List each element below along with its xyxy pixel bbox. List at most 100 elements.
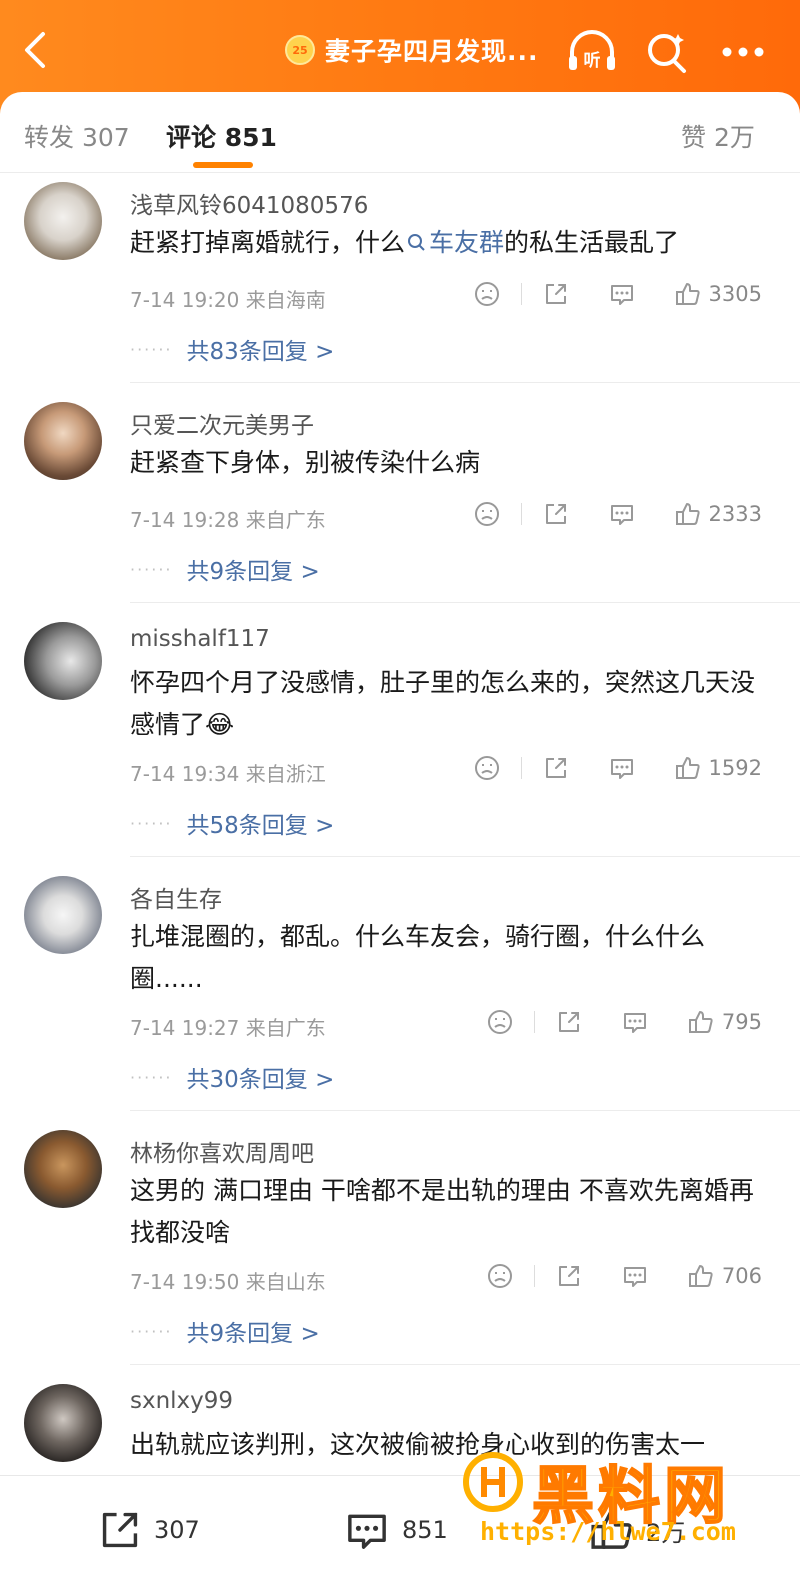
location: 来自广东 <box>245 508 326 532</box>
timestamp: 7-14 19:28 <box>130 508 240 532</box>
topic-link[interactable]: 车友群 <box>405 228 504 257</box>
comment-meta: 7-14 19:50 来自山东 <box>130 1266 326 1295</box>
dislike-icon <box>473 280 501 308</box>
dots: ······ <box>130 1321 173 1341</box>
share-button[interactable] <box>542 500 570 528</box>
view-replies-link[interactable]: 共9条回复 > <box>187 1314 320 1348</box>
share-icon <box>555 1008 583 1036</box>
view-replies-link[interactable]: 共58条回复 > <box>187 806 335 840</box>
separator <box>520 757 522 779</box>
comment-text-part: 的私生活最乱了 <box>504 228 680 257</box>
dots: ······ <box>130 813 173 833</box>
comment-button[interactable]: 851 <box>342 1506 448 1554</box>
dislike-icon <box>473 500 501 528</box>
dislike-icon <box>486 1262 514 1290</box>
separator <box>534 1011 536 1033</box>
listen-button[interactable]: 听 <box>565 26 619 78</box>
search-icon <box>408 234 425 251</box>
dislike-button[interactable] <box>486 1008 514 1036</box>
repost-button[interactable]: 307 <box>96 1506 200 1554</box>
reply-button[interactable] <box>608 754 636 782</box>
comment-actions: 706 <box>486 1258 762 1294</box>
like-button[interactable]: 706 <box>687 1262 762 1290</box>
comment-meta: 7-14 19:28 来自广东 <box>130 504 326 533</box>
separator <box>520 283 522 305</box>
share-button[interactable] <box>555 1262 583 1290</box>
content-card <box>0 92 800 1593</box>
watermark: 黑料网 https://hlwe7.com <box>462 1445 774 1555</box>
tab-comments[interactable]: 评论 851 <box>166 118 277 154</box>
like-count: 706 <box>721 1264 762 1288</box>
username[interactable]: 林杨你喜欢周周吧 <box>130 1134 314 1168</box>
comment-icon <box>608 500 636 528</box>
tabs-divider <box>0 172 800 173</box>
title-area[interactable]: 25 妻子孕四月发现... <box>285 30 539 70</box>
watermark-url: https://hlwe7.com <box>480 1517 736 1546</box>
separator <box>520 503 522 525</box>
dislike-icon <box>486 1008 514 1036</box>
timestamp: 7-14 19:34 <box>130 762 240 786</box>
comment-icon <box>348 1514 386 1549</box>
username[interactable]: 只爱二次元美男子 <box>130 406 314 440</box>
comment-actions: 2333 <box>473 496 762 532</box>
listen-label: 听 <box>584 50 601 71</box>
divider <box>130 382 800 383</box>
like-count: 3305 <box>708 282 762 306</box>
divider <box>130 856 800 857</box>
dislike-button[interactable] <box>486 1262 514 1290</box>
share-icon <box>102 1512 138 1548</box>
comment-count: 851 <box>402 1516 448 1544</box>
divider <box>130 1110 800 1111</box>
like-button[interactable]: 795 <box>687 1008 762 1036</box>
avatar[interactable] <box>24 1384 102 1462</box>
dislike-button[interactable] <box>473 280 501 308</box>
share-button[interactable] <box>542 280 570 308</box>
like-count: 1592 <box>708 756 762 780</box>
watermark-logo-icon <box>463 1452 523 1512</box>
dots: ······ <box>130 1067 173 1087</box>
location: 来自山东 <box>245 1270 326 1294</box>
dislike-button[interactable] <box>473 500 501 528</box>
replies-row: ······ 共9条回复 > <box>130 1314 320 1348</box>
replies-row: ······ 共30条回复 > <box>130 1060 334 1094</box>
tab-likes[interactable]: 赞 2万 <box>681 118 755 154</box>
location: 来自海南 <box>245 288 326 312</box>
username[interactable]: 浅草风铃6041080576 <box>130 186 368 220</box>
share-button[interactable] <box>555 1008 583 1036</box>
view-replies-link[interactable]: 共9条回复 > <box>187 552 320 586</box>
more-button[interactable] <box>716 26 770 78</box>
username[interactable]: sxnlxy99 <box>130 1388 233 1414</box>
username[interactable]: misshalf117 <box>130 626 270 652</box>
dots: ······ <box>130 339 173 359</box>
tab-repost[interactable]: 转发 307 <box>24 118 130 154</box>
avatar[interactable] <box>24 182 102 260</box>
comment-icon <box>608 754 636 782</box>
like-button[interactable]: 3305 <box>674 280 762 308</box>
separator <box>534 1265 536 1287</box>
share-button[interactable] <box>542 754 570 782</box>
avatar[interactable] <box>24 622 102 700</box>
divider <box>130 602 800 603</box>
comment-actions: 3305 <box>473 276 762 312</box>
share-icon <box>555 1262 583 1290</box>
share-icon <box>542 500 570 528</box>
reply-button[interactable] <box>621 1262 649 1290</box>
search-button[interactable] <box>640 26 694 78</box>
avatar[interactable] <box>24 402 102 480</box>
username[interactable]: 各自生存 <box>130 880 222 914</box>
view-replies-link[interactable]: 共30条回复 > <box>187 1060 335 1094</box>
reply-button[interactable] <box>608 500 636 528</box>
view-replies-link[interactable]: 共83条回复 > <box>187 332 335 366</box>
avatar[interactable] <box>24 876 102 954</box>
hot-badge-icon: 25 <box>285 35 315 65</box>
avatar[interactable] <box>24 1130 102 1208</box>
dislike-button[interactable] <box>473 754 501 782</box>
reply-button[interactable] <box>621 1008 649 1036</box>
like-button[interactable]: 2333 <box>674 500 762 528</box>
like-button[interactable]: 1592 <box>674 754 762 782</box>
comment-meta: 7-14 19:27 来自广东 <box>130 1012 326 1041</box>
divider <box>130 1364 800 1365</box>
back-button[interactable] <box>16 26 52 74</box>
dislike-icon <box>473 754 501 782</box>
reply-button[interactable] <box>608 280 636 308</box>
